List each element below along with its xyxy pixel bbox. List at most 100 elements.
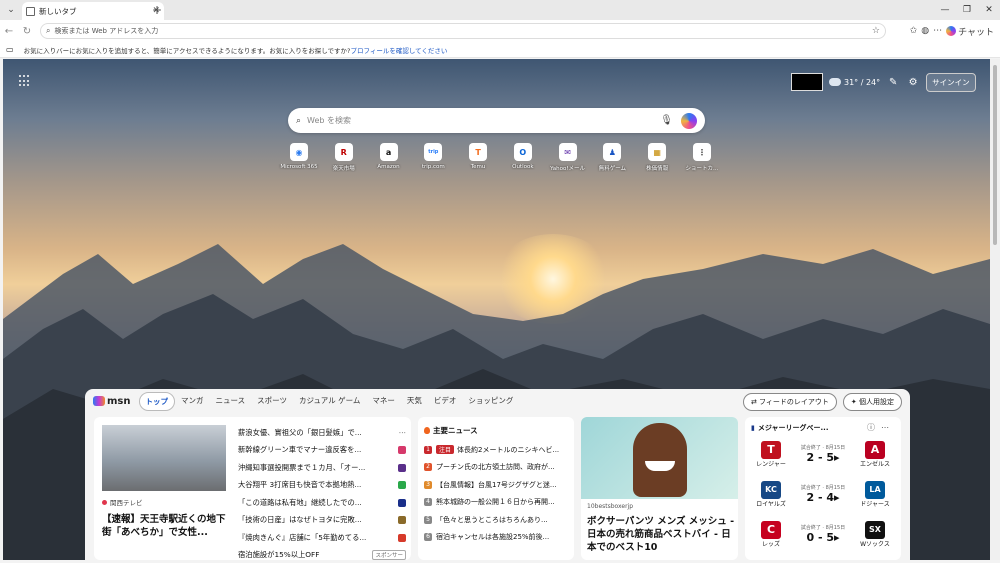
top-story-item[interactable]: 4 熊本城跡の一般公開１６日から再開... — [424, 494, 570, 512]
news-headline[interactable]: 【速報】天王寺駅近くの地下街「あべちか」で女性... — [102, 513, 232, 539]
game-score: 2 - 5▸ — [806, 451, 840, 464]
page-scrollbar[interactable] — [990, 59, 1000, 560]
feed-tab[interactable]: ニュース — [210, 392, 252, 411]
team: C レッズ — [751, 520, 791, 548]
minimize-icon[interactable]: — — [934, 0, 956, 20]
news-source-label: 関西テレビ — [110, 499, 143, 507]
info-icon[interactable]: ⓘ — [867, 423, 881, 432]
news-list-item[interactable]: 宿泊施設が15%以上OFF スポンサー — [238, 547, 406, 560]
news-card-top[interactable]: 関西テレビ 【速報】天王寺駅近くの地下街「あべちか」で女性... 薪浪女優、實祖… — [94, 417, 411, 560]
news-item-text: 「技術の日産」はなぜトヨタに完敗... — [238, 515, 362, 525]
quick-link[interactable]: ◉ Microsoft 365 — [278, 143, 320, 172]
quick-link[interactable]: ⋮ ショートカ... — [681, 143, 723, 172]
favorite-star-icon[interactable]: ☆ — [872, 26, 880, 36]
mlb-title[interactable]: ▮ メジャーリーグベー... — [751, 423, 829, 433]
feed-tab[interactable]: トップ — [138, 391, 175, 411]
top-right-controls: 31° / 24° ✎ ⚙ サインイン — [791, 71, 976, 93]
news-list-item[interactable]: 『焼肉きんぐ』店舗に「5年勤めてる... — [238, 529, 406, 547]
copilot-search-icon[interactable] — [681, 112, 697, 129]
feed-tab[interactable]: カジュアル ゲーム — [293, 392, 366, 411]
settings-gear-icon[interactable]: ⚙ — [906, 77, 920, 88]
top-story-item[interactable]: 1 注目 体長約2メートルのニシキヘビ... — [424, 441, 570, 459]
mlb-scores-card: ▮ メジャーリーグベー... ⓘ⋯ T レンジャー 試合終了 · 8月15日 2 - 5… — [745, 417, 901, 560]
personalize-button[interactable]: ✦ 個人用設定 — [842, 393, 902, 411]
top-story-item[interactable]: 3 【台風情報】台風17号ジグザグと迷... — [424, 476, 570, 494]
quick-link-icon: T — [469, 143, 488, 161]
address-bar[interactable]: ⌕ 検索または Web アドレスを入力 ☆ — [40, 23, 886, 39]
copilot-button[interactable]: チャット — [946, 25, 994, 38]
refresh-icon[interactable]: ↻ — [18, 26, 36, 37]
tab-actions-menu[interactable]: ⌄ — [3, 3, 19, 17]
ad-headline[interactable]: ボクサーパンツ メンズ メッシュ - 日本の売れ筋商品ベストバイ - 日本でのベ… — [587, 515, 735, 554]
web-search-box[interactable]: ⌕ Web を検索 🎙 — [288, 108, 705, 133]
apps-launcher-icon[interactable] — [19, 75, 31, 87]
quick-link-label: trip.com — [421, 164, 445, 170]
quick-link[interactable]: ♟ 無料ゲーム — [591, 143, 633, 172]
card-more-icon[interactable]: ⋯ — [881, 423, 895, 432]
news-list-item[interactable]: 新幹線グリーン車でマナー違反客を... — [238, 442, 406, 460]
feed-tab[interactable]: ショッピング — [462, 392, 519, 411]
edit-pencil-icon[interactable]: ✎ — [886, 77, 900, 88]
back-icon[interactable]: ← — [0, 26, 18, 37]
highlight-tag: 注目 — [436, 445, 455, 455]
quick-link[interactable]: R 楽天市場 — [323, 143, 365, 172]
feed-tab[interactable]: マネー — [366, 392, 401, 411]
game-row[interactable]: C レッズ 試合終了 · 8月15日 0 - 5▸ SX Wソックス — [751, 520, 895, 548]
favorites-bar: ▭ お気に入りバーにお気に入りを追加すると、簡単にアクセスできるようになります。… — [0, 42, 1000, 58]
quick-link-icon: ✉ — [558, 143, 577, 161]
team-name: レッズ — [761, 540, 780, 548]
tab-title: 新しいタブ — [39, 6, 77, 16]
team-logo-icon: KC — [761, 480, 781, 499]
new-tab-button[interactable]: + — [150, 3, 164, 17]
top-story-item[interactable]: 5 「色々と思うところはちろんあり... — [424, 511, 570, 529]
team-logo-icon: LA — [865, 480, 885, 499]
team-logo-icon: T — [761, 440, 781, 459]
quick-link[interactable]: ✉ Yahoo!メール — [547, 143, 589, 172]
feed-layout-button[interactable]: ⇄ フィードのレイアウト — [742, 393, 837, 411]
more-icon[interactable]: ⋯ — [933, 26, 942, 36]
quick-link[interactable]: a Amazon — [368, 143, 410, 172]
quick-link-label: 無料ゲーム — [598, 166, 627, 172]
copilot-icon — [946, 26, 957, 36]
quick-link[interactable]: ▦ 株価情報 — [636, 143, 678, 172]
microphone-icon[interactable]: 🎙 — [660, 115, 673, 126]
signin-button[interactable]: サインイン — [926, 72, 976, 92]
profile-icon[interactable]: ◍ — [921, 26, 929, 36]
favorites-bar-link[interactable]: プロフィールを確認してください — [350, 45, 447, 55]
feed-tab[interactable]: 天気 — [401, 392, 428, 411]
quick-link[interactable]: O Outlook — [502, 143, 544, 172]
news-list-item[interactable]: 大谷翔平 3打席目も快音で本拠地熱... — [238, 477, 406, 495]
top-story-item[interactable]: 6 宿泊キャンセルは各施設25%前後... — [424, 529, 570, 547]
tab-new-tab[interactable]: 新しいタブ ✕ — [22, 2, 164, 20]
news-item-text: 大谷翔平 3打席目も快音で本拠地熱... — [238, 480, 362, 490]
game-row[interactable]: KC ロイヤルズ 試合終了 · 8月15日 2 - 4▸ LA ドジャース — [751, 480, 895, 508]
ad-card[interactable]: 10bestsboxerjp ボクサーパンツ メンズ メッシュ - 日本の売れ筋… — [581, 417, 738, 560]
ad-source: 10bestsboxerjp — [587, 503, 634, 510]
feed-tab[interactable]: スポーツ — [251, 392, 293, 411]
game-row[interactable]: T レンジャー 試合終了 · 8月15日 2 - 5▸ A エンゼルス — [751, 440, 895, 468]
feed-tab[interactable]: ビデオ — [428, 392, 463, 411]
favorites-icon[interactable]: ✩ — [910, 26, 918, 36]
tab-bar: ⌄ 新しいタブ ✕ + — ❐ ✕ — [0, 0, 1000, 20]
close-window-icon[interactable]: ✕ — [978, 0, 1000, 20]
restore-icon[interactable]: ❐ — [956, 0, 978, 20]
feed-tab[interactable]: マンガ — [175, 392, 210, 411]
news-photo[interactable] — [102, 425, 226, 491]
source-logo-icon — [102, 499, 107, 505]
game-result: 試合終了 · 8月15日 0 - 5▸ — [791, 524, 855, 544]
news-list-item[interactable]: 沖縄知事選投開票まで１カ月、「オー... — [238, 459, 406, 477]
more-icon[interactable]: ⋯ — [399, 428, 406, 437]
team-name: ドジャース — [860, 500, 890, 508]
news-list-item[interactable]: 「技術の日産」はなぜトヨタに完敗... — [238, 512, 406, 530]
scrollbar-thumb[interactable] — [993, 65, 997, 245]
news-list-item[interactable]: 「この道路は私有地」継続したでの... — [238, 494, 406, 512]
weather-widget[interactable]: 31° / 24° — [829, 78, 880, 87]
team-name: Wソックス — [860, 540, 890, 548]
quick-link[interactable]: trip trip.com — [412, 143, 454, 172]
quick-link[interactable]: T Temu — [457, 143, 499, 172]
top-story-item[interactable]: 2 プーチン氏の北方領土訪問、政府が... — [424, 459, 570, 477]
layout-icon: ⇄ — [750, 398, 760, 406]
news-list-item[interactable]: 薪浪女優、實祖父の「銀日髪嫉」で... ⋯ — [238, 424, 406, 442]
msn-brand[interactable]: msn — [93, 396, 131, 407]
publisher-logo-icon — [398, 516, 406, 525]
